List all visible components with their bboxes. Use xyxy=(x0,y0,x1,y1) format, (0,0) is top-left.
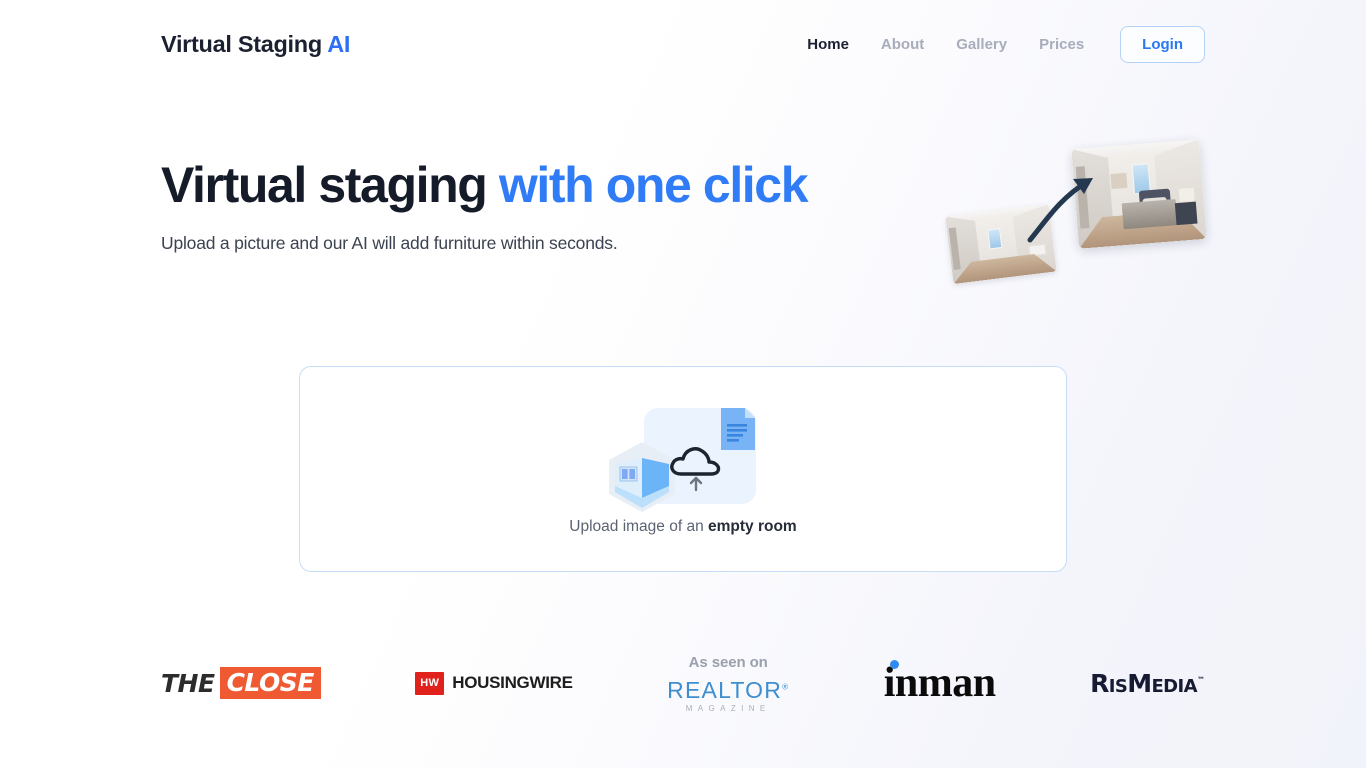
rismedia-word: RISMEDIA™ xyxy=(1090,671,1205,696)
press-logo-housingwire: HW HOUSINGWIRE xyxy=(415,671,573,695)
inman-word: inman xyxy=(883,660,996,706)
the-close-word1: THE xyxy=(161,668,215,698)
upload-dropzone[interactable]: Upload image of an empty room xyxy=(299,366,1067,572)
brand-logo[interactable]: Virtual Staging AI xyxy=(161,31,350,58)
brand-name: Virtual Staging xyxy=(161,30,328,57)
realtor-word: REALTOR® xyxy=(667,676,790,703)
cloud-upload-icon xyxy=(670,447,721,492)
rismedia-edia: EDIA xyxy=(1151,675,1197,697)
press-logo-rismedia: RISMEDIA™ xyxy=(1090,671,1205,696)
rismedia-is: IS xyxy=(1108,675,1128,697)
housingwire-badge: HW xyxy=(415,671,445,695)
hero-section: Virtual staging with one click Upload a … xyxy=(161,160,921,254)
site-header: Virtual Staging AI Home About Gallery Pr… xyxy=(0,0,1366,88)
inman-dot-icon xyxy=(889,660,899,669)
nav-item-prices[interactable]: Prices xyxy=(1023,36,1100,53)
upload-caption-plain: Upload image of an xyxy=(569,518,708,535)
nav-item-home[interactable]: Home xyxy=(791,36,865,53)
realtor-magazine-sub: MAGAZINE xyxy=(685,703,771,713)
hero-subtitle: Upload a picture and our AI will add fur… xyxy=(161,233,618,253)
hero-illustration xyxy=(935,132,1225,292)
press-logo-inman: inman xyxy=(883,660,996,706)
nav-item-gallery[interactable]: Gallery xyxy=(940,36,1023,53)
realtor-word-text: REALTOR xyxy=(667,676,783,703)
registered-mark: ® xyxy=(782,681,790,691)
housingwire-word: HOUSINGWIRE xyxy=(452,673,573,692)
upload-caption-bold: empty room xyxy=(708,518,797,535)
upload-caption: Upload image of an empty room xyxy=(569,518,796,536)
trademark-mark: ™ xyxy=(1196,675,1205,685)
rismedia-m: M xyxy=(1127,668,1152,698)
nav-item-about[interactable]: About xyxy=(865,36,940,53)
page-title: Virtual staging with one click xyxy=(161,160,921,210)
inman-word-text: inman xyxy=(883,660,996,706)
press-logo-the-close: THE CLOSE xyxy=(161,667,321,699)
as-seen-on-label: As seen on xyxy=(688,653,768,671)
main-navigation: Home About Gallery Prices Login xyxy=(791,25,1205,63)
hero-title-accent: with one click xyxy=(498,157,809,213)
transform-arrow-icon xyxy=(1027,178,1093,243)
the-close-word2: CLOSE xyxy=(219,667,321,699)
upload-graphic xyxy=(603,402,763,514)
brand-ai-suffix: AI xyxy=(327,30,351,57)
login-button[interactable]: Login xyxy=(1120,25,1205,63)
hero-title-plain: Virtual staging xyxy=(161,157,499,213)
press-logo-realtor-magazine: As seen on REALTOR® MAGAZINE xyxy=(667,654,789,713)
press-logo-strip: THE CLOSE HW HOUSINGWIRE As seen on REAL… xyxy=(161,640,1205,726)
rismedia-r: R xyxy=(1090,668,1109,698)
